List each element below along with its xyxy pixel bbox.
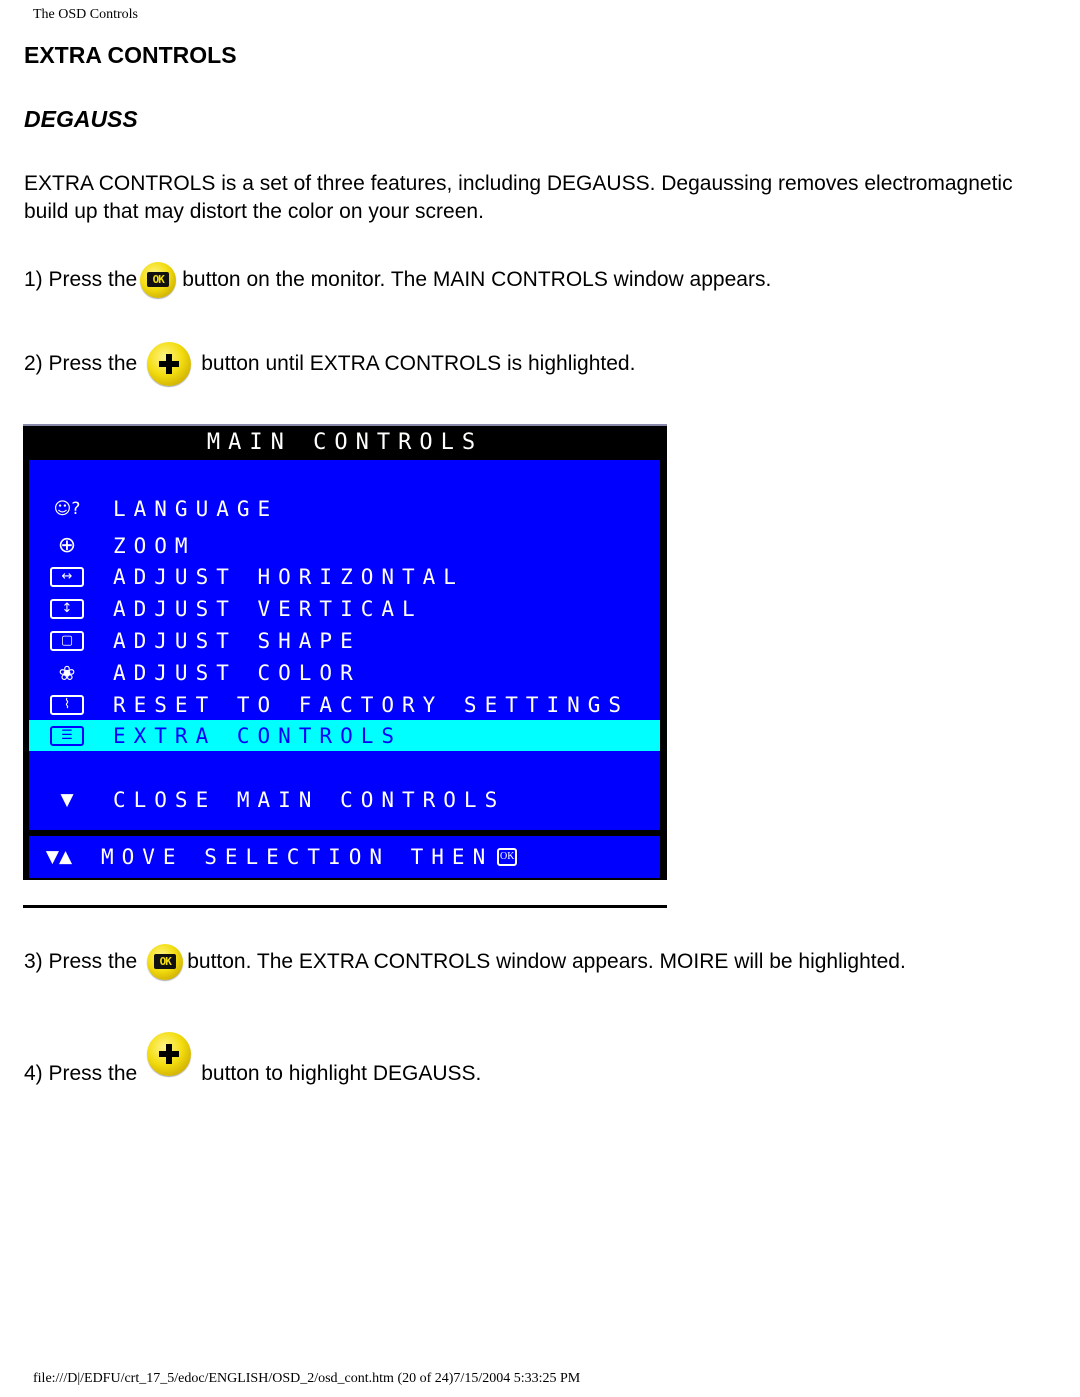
ok-button-icon: OK xyxy=(140,262,177,298)
shape-icon: ▢ xyxy=(50,630,84,651)
page-header: The OSD Controls xyxy=(33,7,138,22)
osd-title: MAIN CONTROLS xyxy=(206,430,484,455)
osd-item-adjust-color[interactable]: ❀ ADJUST COLOR xyxy=(29,657,660,688)
step-prefix: 2) Press the xyxy=(24,352,138,375)
factory-icon: ⌇ xyxy=(50,694,84,715)
osd-item-label: ADJUST SHAPE xyxy=(113,628,361,653)
osd-footer-hint: ▼▲ MOVE SELECTION THEN OK xyxy=(29,841,660,872)
step-4: 4) Press the button to highlight DEGAUSS… xyxy=(24,1022,481,1086)
step-prefix: 3) Press the xyxy=(24,950,138,973)
osd-item-extra-controls[interactable]: ☰ EXTRA CONTROLS xyxy=(29,720,660,751)
osd-item-label: RESET TO FACTORY SETTINGS xyxy=(113,692,630,717)
page-footer: file:///D|/EDFU/crt_17_5/edoc/ENGLISH/OS… xyxy=(33,1371,581,1386)
osd-item-label: LANGUAGE xyxy=(113,496,279,521)
osd-item-adjust-horizontal[interactable]: ↔ ADJUST HORIZONTAL xyxy=(29,561,660,592)
osd-footer-label: MOVE SELECTION THEN xyxy=(101,844,494,869)
language-icon: ☺? xyxy=(53,498,81,519)
section-title: DEGAUSS xyxy=(24,106,138,132)
horizontal-arrows-icon: ↔ xyxy=(50,566,84,587)
separator-line xyxy=(23,905,667,908)
extra-controls-icon: ☰ xyxy=(50,725,84,746)
osd-footer: ▼▲ MOVE SELECTION THEN OK xyxy=(29,836,660,878)
intro-paragraph: EXTRA CONTROLS is a set of three feature… xyxy=(24,172,1013,223)
osd-item-label: ADJUST HORIZONTAL xyxy=(113,564,464,589)
step-suffix: button. The EXTRA CONTROLS window appear… xyxy=(187,950,906,973)
osd-item-language[interactable]: ☺? LANGUAGE xyxy=(29,493,660,524)
up-down-arrows-icon: ▼▲ xyxy=(45,846,73,867)
osd-item-label: ADJUST VERTICAL xyxy=(113,596,423,621)
osd-item-label: EXTRA CONTROLS xyxy=(113,723,403,748)
osd-item-label: ADJUST COLOR xyxy=(113,660,361,685)
osd-item-label: CLOSE MAIN CONTROLS xyxy=(113,787,506,812)
step-prefix: 4) Press the xyxy=(24,1062,138,1085)
vertical-arrows-icon: ↕ xyxy=(50,598,84,619)
plus-button-icon xyxy=(147,342,192,386)
step-3: 3) Press the OK button. The EXTRA CONTRO… xyxy=(24,944,906,980)
step-2: 2) Press the button until EXTRA CONTROLS… xyxy=(24,342,635,386)
osd-item-reset-factory[interactable]: ⌇ RESET TO FACTORY SETTINGS xyxy=(29,689,660,720)
osd-menu-panel: ☺? LANGUAGE ⊕ ZOOM ↔ ADJUST HORIZONTAL ↕… xyxy=(29,460,660,830)
step-1: 1) Press the OK button on the monitor. T… xyxy=(24,262,771,298)
zoom-icon: ⊕ xyxy=(57,533,77,558)
step-prefix: 1) Press the xyxy=(24,268,138,291)
page-title: EXTRA CONTROLS xyxy=(24,42,237,68)
step-suffix: button to highlight DEGAUSS. xyxy=(201,1062,482,1085)
osd-item-adjust-vertical[interactable]: ↕ ADJUST VERTICAL xyxy=(29,593,660,624)
ok-button-icon: OK xyxy=(147,944,184,980)
ok-icon: OK xyxy=(497,847,518,866)
osd-item-adjust-shape[interactable]: ▢ ADJUST SHAPE xyxy=(29,625,660,656)
osd-item-zoom[interactable]: ⊕ ZOOM xyxy=(29,530,660,561)
down-arrow-icon: ▼ xyxy=(60,789,74,810)
step-suffix: button until EXTRA CONTROLS is highlight… xyxy=(201,352,636,375)
osd-item-label: ZOOM xyxy=(113,533,196,558)
osd-item-close-main-controls[interactable]: ▼ CLOSE MAIN CONTROLS xyxy=(29,784,660,815)
osd-main-controls-window: MAIN CONTROLS ☺? LANGUAGE ⊕ ZOOM ↔ ADJUS… xyxy=(23,424,667,880)
plus-button-icon xyxy=(147,1032,192,1076)
palette-icon: ❀ xyxy=(58,660,76,685)
step-suffix: button on the monitor. The MAIN CONTROLS… xyxy=(182,268,772,291)
